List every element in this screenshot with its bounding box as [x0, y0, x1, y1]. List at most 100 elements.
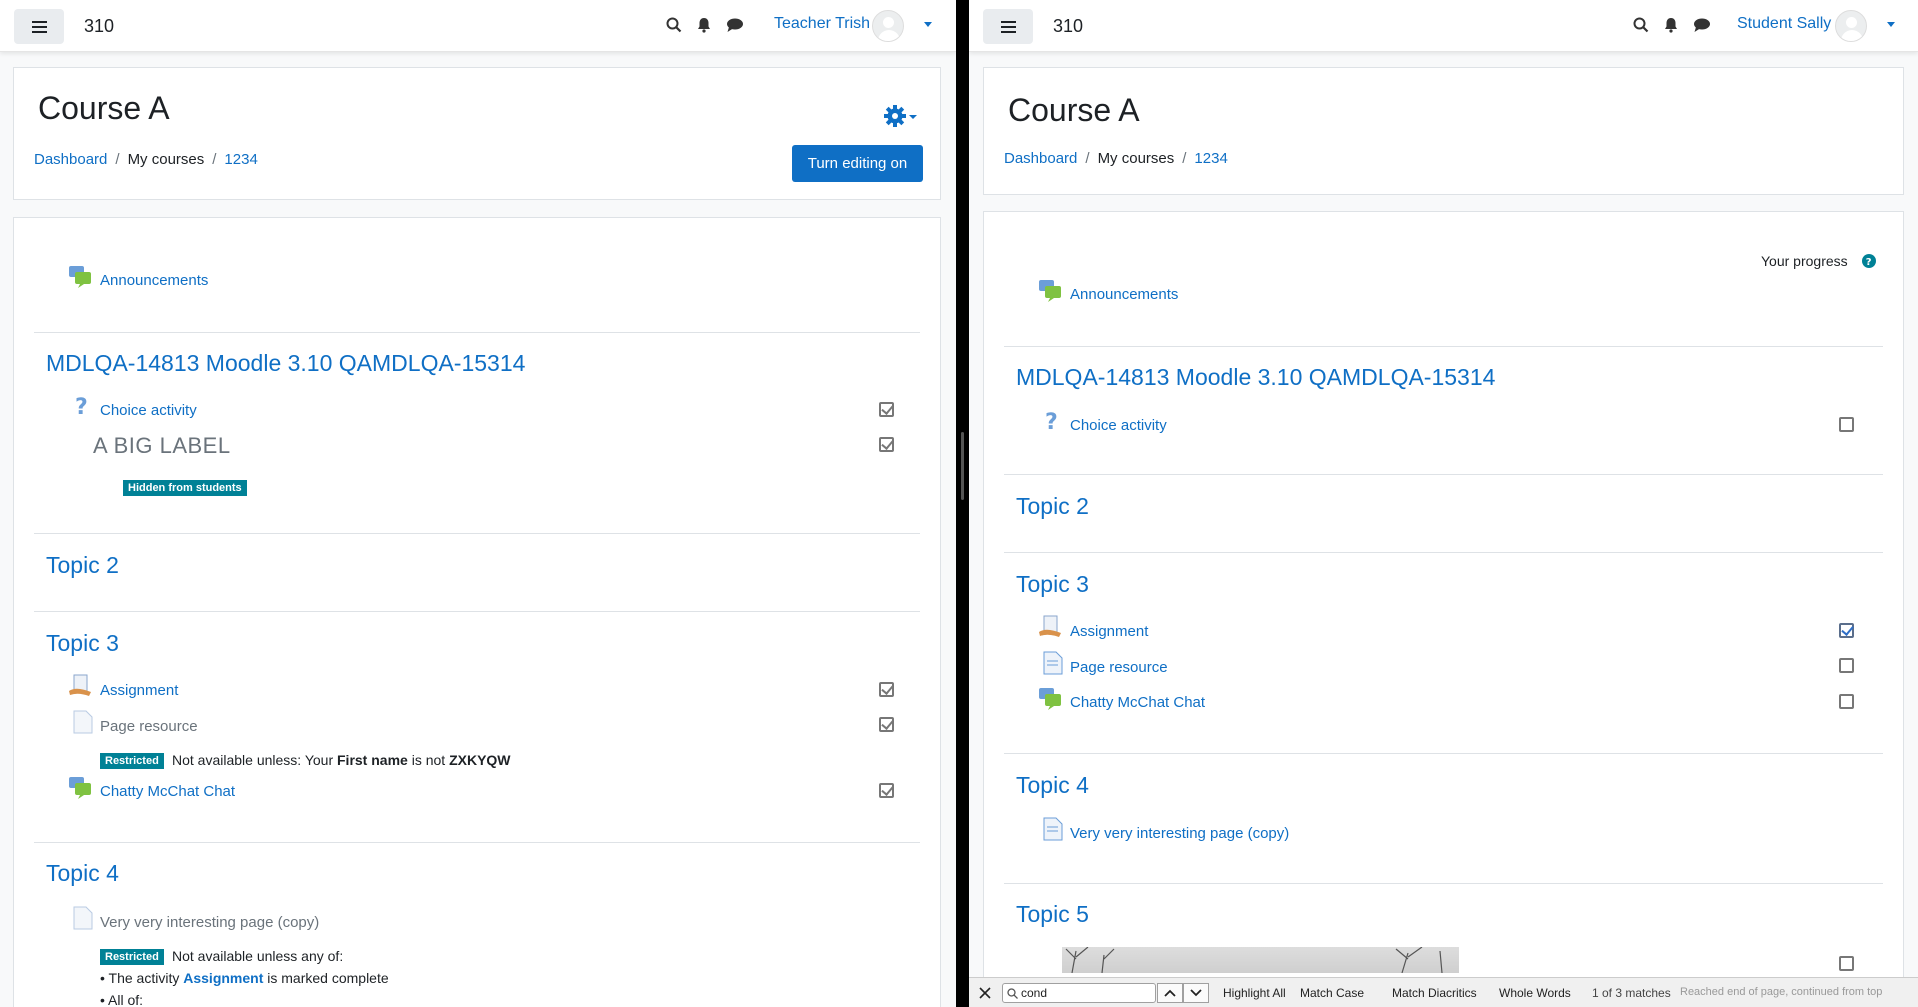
match-diacritics-toggle[interactable]: Match Diacritics — [1392, 986, 1477, 1000]
gear-icon[interactable] — [884, 104, 920, 128]
chevron-down-icon[interactable] — [1887, 22, 1895, 27]
chat-link[interactable]: Chatty McChat Chat — [1070, 694, 1205, 711]
completion-checkbox[interactable] — [1839, 694, 1854, 709]
page-icon — [73, 710, 93, 734]
user-menu-name[interactable]: Teacher Trish — [774, 15, 870, 33]
section-divider — [1004, 346, 1883, 347]
course-content: Announcements MDLQA-14813 Moodle 3.10 QA… — [13, 217, 941, 1007]
course-content: Your progress ? Announcements MDLQA-1481… — [983, 211, 1904, 1007]
completion-checkbox[interactable] — [879, 402, 894, 417]
chevron-down-icon[interactable] — [924, 22, 932, 27]
highlight-all-toggle[interactable]: Highlight All — [1223, 986, 1286, 1000]
search-icon[interactable] — [1633, 17, 1649, 33]
section-title[interactable]: MDLQA-14813 Moodle 3.10 QAMDLQA-15314 — [46, 350, 525, 377]
label-text: A BIG LABEL — [93, 433, 231, 458]
breadcrumb-dashboard[interactable]: Dashboard — [1004, 150, 1077, 167]
page-header: Course A Dashboard / My courses / 1234 T… — [13, 67, 941, 200]
page-resource-link[interactable]: Page resource — [1070, 659, 1168, 676]
teacher-window: 310 Teacher Trish Course A Dashboard / M… — [0, 0, 956, 1007]
chat-icon — [69, 777, 91, 799]
choice-activity-link[interactable]: Choice activity — [100, 402, 197, 419]
page-icon — [1043, 817, 1063, 841]
announcements-link[interactable]: Announcements — [100, 272, 208, 289]
student-window: 310 Student Sally Course A Dashboard / M… — [969, 0, 1918, 1007]
match-count: 1 of 3 matches — [1592, 986, 1671, 1000]
page-icon — [1043, 651, 1063, 675]
completion-checkbox[interactable] — [879, 783, 894, 798]
restricted-badge: Restricted — [100, 753, 164, 769]
match-case-toggle[interactable]: Match Case — [1300, 986, 1364, 1000]
assignment-icon — [1039, 615, 1061, 637]
bell-icon[interactable] — [696, 17, 712, 33]
completion-checkbox[interactable] — [879, 437, 894, 452]
breadcrumb-my-courses: My courses — [127, 151, 205, 168]
assignment-link[interactable]: Assignment — [1070, 623, 1148, 640]
svg-text:?: ? — [75, 395, 88, 418]
announcements-link[interactable]: Announcements — [1070, 286, 1178, 303]
page-resource-link[interactable]: Page resource — [100, 718, 198, 735]
breadcrumb-course[interactable]: 1234 — [1194, 150, 1227, 167]
turn-editing-on-button[interactable]: Turn editing on — [792, 145, 923, 182]
completion-checkbox[interactable] — [879, 682, 894, 697]
restricted-badge: Restricted — [100, 949, 164, 965]
breadcrumb-separator: / — [1085, 150, 1090, 167]
forum-icon — [69, 266, 91, 288]
help-icon[interactable]: ? — [1862, 254, 1876, 268]
section-divider — [34, 533, 920, 534]
completion-checkbox[interactable] — [1839, 658, 1854, 673]
hamburger-icon — [31, 20, 47, 33]
split-handle[interactable] — [961, 432, 964, 500]
section-title[interactable]: Topic 2 — [1016, 493, 1089, 520]
section-divider — [1004, 883, 1883, 884]
page-link[interactable]: Very very interesting page (copy) — [1070, 825, 1289, 842]
assignment-link[interactable]: Assignment — [100, 682, 178, 699]
menu-toggle-button[interactable] — [14, 9, 64, 44]
forum-icon — [1039, 280, 1061, 302]
breadcrumb-dashboard[interactable]: Dashboard — [34, 151, 107, 168]
search-icon — [1007, 988, 1018, 999]
chat-link[interactable]: Chatty McChat Chat — [100, 783, 235, 800]
breadcrumb-course[interactable]: 1234 — [224, 151, 257, 168]
page-link[interactable]: Very very interesting page (copy) — [100, 914, 319, 931]
your-progress-label: Your progress — [1761, 253, 1848, 269]
site-name[interactable]: 310 — [84, 16, 114, 37]
bell-icon[interactable] — [1663, 17, 1679, 33]
page-header: Course A Dashboard / My courses / 1234 — [983, 67, 1904, 195]
completion-checkbox[interactable] — [879, 717, 894, 732]
find-input[interactable]: cond — [1002, 983, 1156, 1003]
find-next-button[interactable] — [1183, 983, 1209, 1003]
chat-icon — [1039, 688, 1061, 710]
avatar[interactable] — [1835, 10, 1867, 42]
nav-icons — [1633, 17, 1711, 33]
assignment-link[interactable]: Assignment — [183, 970, 263, 986]
avatar[interactable] — [872, 10, 904, 42]
completion-checkbox[interactable] — [1839, 956, 1854, 971]
section-title[interactable]: Topic 2 — [46, 552, 119, 579]
whole-words-toggle[interactable]: Whole Words — [1499, 986, 1571, 1000]
section-title[interactable]: Topic 4 — [46, 860, 119, 887]
breadcrumb: Dashboard / My courses / 1234 — [1004, 150, 1228, 167]
chat-bubble-icon[interactable] — [1693, 17, 1711, 33]
chat-bubble-icon[interactable] — [726, 17, 744, 33]
svg-text:?: ? — [1866, 257, 1872, 268]
completion-checkbox[interactable] — [1839, 623, 1854, 638]
site-name[interactable]: 310 — [1053, 16, 1083, 37]
settings-menu[interactable] — [884, 104, 920, 132]
user-menu-name[interactable]: Student Sally — [1737, 15, 1831, 33]
top-navbar: 310 Student Sally — [969, 0, 1918, 52]
search-icon[interactable] — [666, 17, 682, 33]
breadcrumb-my-courses: My courses — [1097, 150, 1175, 167]
choice-activity-link[interactable]: Choice activity — [1070, 417, 1167, 434]
hamburger-icon — [1000, 20, 1016, 33]
menu-toggle-button[interactable] — [983, 9, 1033, 44]
question-icon: ? — [1045, 410, 1058, 433]
close-icon[interactable] — [979, 987, 991, 999]
section-title[interactable]: MDLQA-14813 Moodle 3.10 QAMDLQA-15314 — [1016, 364, 1495, 391]
section-title[interactable]: Topic 4 — [1016, 772, 1089, 799]
find-previous-button[interactable] — [1157, 983, 1183, 1003]
completion-checkbox[interactable] — [1839, 417, 1854, 432]
section-title[interactable]: Topic 3 — [1016, 571, 1089, 598]
section-title[interactable]: Topic 3 — [46, 630, 119, 657]
section-title[interactable]: Topic 5 — [1016, 901, 1089, 928]
question-icon: ? — [75, 395, 88, 418]
